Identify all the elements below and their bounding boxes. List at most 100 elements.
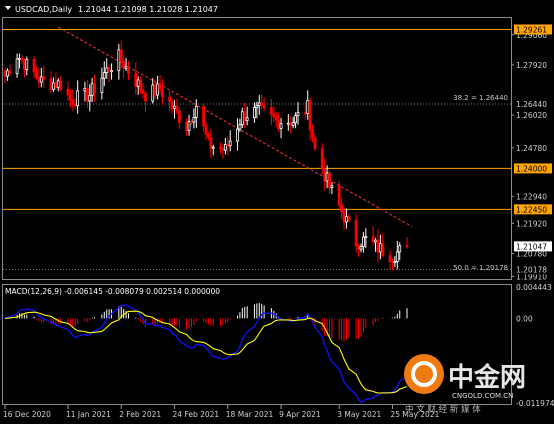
candle-body (76, 90, 80, 106)
candle-body (42, 76, 46, 80)
candle-body (279, 123, 283, 129)
candle-body (395, 251, 399, 263)
fib-38-label: 38.2 = 1.26440 (453, 94, 508, 102)
candle-body (158, 83, 162, 91)
candle-body (303, 112, 307, 115)
candle-body (342, 211, 346, 223)
candle-body (117, 49, 121, 72)
candle-body (207, 133, 210, 138)
candle-body (110, 70, 113, 73)
candle-body (49, 78, 53, 90)
candle-body (56, 80, 60, 88)
price-tag-label: 1.22450 (516, 205, 547, 214)
symbol-title: USDCAD,Daily (15, 5, 72, 14)
candle-body (274, 116, 278, 121)
candle-body (204, 125, 208, 135)
chart-canvas[interactable]: 中金网CNGOLD.COM.CN中 文 财 经 新 媒 体 1.290601.2… (0, 0, 554, 424)
candle-body (374, 239, 377, 243)
watermark-brand: 中金网 (448, 362, 526, 393)
candle-body (141, 89, 145, 94)
candle-body (37, 76, 41, 83)
candle-body (192, 117, 196, 123)
candle-body (93, 83, 97, 93)
candle-body (139, 79, 143, 91)
candle-body (151, 84, 155, 102)
candle-body (219, 146, 222, 149)
candle-body (308, 100, 312, 130)
candle-body (71, 99, 75, 105)
candle-body (393, 261, 397, 264)
candle-body (306, 100, 310, 114)
candle-body (124, 66, 128, 69)
candle-body (170, 101, 174, 109)
candle-body (236, 128, 239, 142)
chart-window: 中金网 CNGOLD.COM.CN 中 文 财 经 新 媒 体 1.29060 1.2… (0, 0, 554, 424)
candle-body (398, 245, 402, 253)
candle-body (340, 204, 344, 212)
candle-body (8, 70, 12, 75)
candle-body (364, 236, 368, 238)
candle-body (194, 106, 198, 118)
candle-body (119, 49, 123, 63)
date-tick-label: 24 Feb 2021 (173, 410, 220, 419)
candle-body (337, 185, 341, 206)
candle-body (228, 140, 232, 147)
candle-body (313, 137, 317, 149)
macd-tick-label: 0.004443 (516, 283, 552, 292)
candle-body (15, 58, 19, 75)
candle-body (73, 103, 77, 106)
candle-body (354, 219, 358, 247)
ohlc-readout: 1.21044 1.21098 1.21028 1.21047 (78, 5, 218, 14)
candle-body (122, 61, 126, 69)
price-tick-label: 1.27920 (516, 61, 547, 70)
candle-body (18, 57, 21, 60)
candle-body (175, 105, 179, 112)
candle-body (245, 117, 249, 122)
candle-body (134, 72, 138, 87)
candle-body (328, 172, 331, 188)
candle-body (39, 76, 43, 83)
candle-body (362, 236, 365, 247)
candle-body (59, 80, 63, 90)
date-tick-label: 18 Mar 2021 (226, 410, 274, 419)
candle-body (173, 105, 176, 109)
macd-title: MACD(12,26,9) -0.006145 -0.008079 0.0025… (5, 287, 220, 296)
price-tick-label: 1.22940 (516, 192, 547, 201)
candle-body (211, 146, 215, 149)
candle-body (255, 104, 259, 108)
candle-body (177, 110, 181, 123)
candle-body (330, 185, 334, 188)
date-tick-label: 3 May 2021 (337, 410, 381, 419)
candle-body (3, 70, 7, 77)
candle-body (66, 88, 70, 96)
candle-body (240, 111, 244, 126)
candle-body (253, 107, 256, 119)
candle-body (347, 216, 351, 221)
candle-body (257, 102, 261, 106)
candle-body (107, 67, 111, 72)
candle-body (226, 144, 230, 147)
candle-body (161, 89, 164, 98)
candle-body (223, 144, 227, 151)
candle-body (311, 129, 314, 139)
candle-body (359, 246, 363, 250)
candle-body (378, 243, 382, 253)
candle-body (221, 148, 225, 151)
candle-body (405, 245, 409, 248)
date-tick-label: 25 May 2021 (390, 410, 439, 419)
fib-50-label: 50.0 = 1.20178 (453, 264, 508, 272)
candle-body (83, 87, 87, 92)
watermark-url: CNGOLD.COM.CN (452, 392, 513, 400)
candle-body (272, 113, 276, 118)
macd-tick-label: 0.00 (516, 314, 533, 323)
price-tag-label: 1.26440 (516, 100, 547, 109)
candle-body (6, 70, 9, 77)
candle-body (357, 245, 360, 250)
candle-body (286, 122, 290, 125)
candle-body (320, 148, 324, 170)
candle-body (296, 112, 300, 117)
date-tick-label: 9 Apr 2021 (279, 410, 321, 419)
candle-body (209, 137, 213, 149)
candle-body (127, 66, 130, 74)
candle-body (289, 122, 293, 126)
